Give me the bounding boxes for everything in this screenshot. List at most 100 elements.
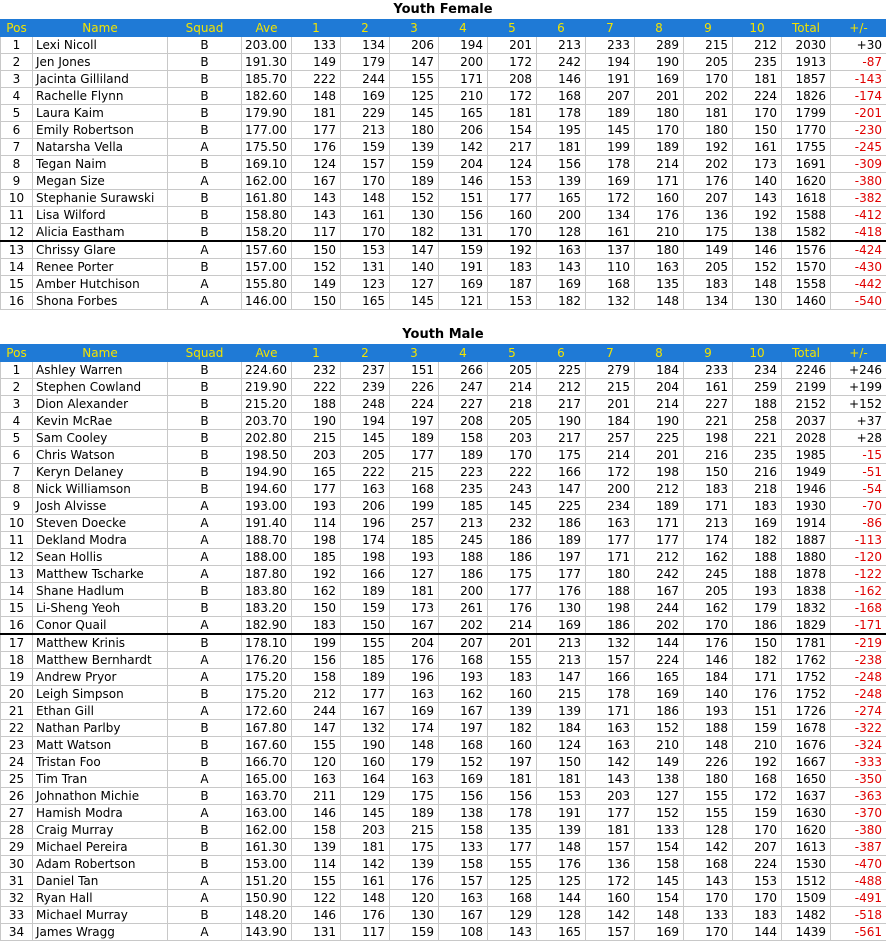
cell-pos: 16 xyxy=(0,616,33,635)
table-row: 4 Kevin McRae B 203.70 190 194 197 208 205 190 184… xyxy=(0,412,886,430)
cell-g1: 203 xyxy=(291,446,341,464)
cell-g3: 189 xyxy=(389,429,439,447)
cell-g7: 257 xyxy=(585,429,635,447)
cell-ave: 175.20 xyxy=(241,685,292,703)
cell-squad: B xyxy=(167,412,242,430)
cell-g7: 134 xyxy=(585,206,635,224)
cell-pos: 31 xyxy=(0,872,33,890)
cell-g1: 176 xyxy=(291,138,341,156)
table-row: 24 Tristan Foo B 166.70 120 160 179 152 197 150 14… xyxy=(0,753,886,771)
cell-name: Hamish Modra xyxy=(32,804,168,822)
cell-g1: 177 xyxy=(291,480,341,498)
cell-g2: 185 xyxy=(340,651,390,669)
cell-diff: -470 xyxy=(830,855,886,873)
cell-g5: 205 xyxy=(487,412,537,430)
cell-g3: 180 xyxy=(389,121,439,139)
cell-ave: 163.70 xyxy=(241,787,292,805)
cell-name: Johnathon Michie xyxy=(32,787,168,805)
cell-name: Emily Robertson xyxy=(32,121,168,139)
cell-g6: 195 xyxy=(536,121,586,139)
cell-diff: +246 xyxy=(830,361,886,379)
cell-g6: 147 xyxy=(536,480,586,498)
table-row: 27 Hamish Modra A 163.00 146 145 189 138 178 191 1… xyxy=(0,804,886,822)
cell-g5: 183 xyxy=(487,668,537,686)
table-row: 19 Andrew Pryor A 175.20 158 189 196 193 183 147 1… xyxy=(0,668,886,686)
cell-pos: 34 xyxy=(0,923,33,941)
cell-g7: 180 xyxy=(585,565,635,583)
cell-name: Ethan Gill xyxy=(32,702,168,720)
cell-g10: 151 xyxy=(732,702,782,720)
cell-name: Shane Hadlum xyxy=(32,582,168,600)
cell-g7: 214 xyxy=(585,446,635,464)
cell-g7: 171 xyxy=(585,548,635,566)
cell-g3: 140 xyxy=(389,258,439,276)
cell-g4: 168 xyxy=(438,736,488,754)
cell-pos: 14 xyxy=(0,582,33,600)
cell-diff: -488 xyxy=(830,872,886,890)
cell-g3: 167 xyxy=(389,616,439,635)
cell-g6: 139 xyxy=(536,821,586,839)
column-header-g4: 4 xyxy=(438,344,488,362)
cell-g7: 194 xyxy=(585,53,635,71)
cell-g7: 181 xyxy=(585,821,635,839)
table-row: 22 Nathan Parlby B 167.80 147 132 174 197 182 184… xyxy=(0,719,886,737)
cell-g2: 163 xyxy=(340,480,390,498)
cell-g3: 175 xyxy=(389,787,439,805)
cell-name: Stephen Cowland xyxy=(32,378,168,396)
cell-total: 1570 xyxy=(781,258,831,276)
cell-g9: 193 xyxy=(683,702,733,720)
cell-squad: A xyxy=(167,138,242,156)
cell-pos: 28 xyxy=(0,821,33,839)
cell-g5: 124 xyxy=(487,155,537,173)
cell-g5: 155 xyxy=(487,651,537,669)
cell-total: 2030 xyxy=(781,36,831,54)
cell-g3: 148 xyxy=(389,736,439,754)
column-header-diff: +/- xyxy=(830,19,886,37)
cell-g2: 196 xyxy=(340,514,390,532)
cell-ave: 153.00 xyxy=(241,855,292,873)
table-row: 10 Stephanie Surawski B 161.80 143 148 152 151 1… xyxy=(0,189,886,207)
cell-total: 1482 xyxy=(781,906,831,924)
cell-g10: 150 xyxy=(732,633,782,652)
cell-ave: 175.50 xyxy=(241,138,292,156)
cell-g5: 186 xyxy=(487,531,537,549)
table-row: 32 Ryan Hall A 150.90 122 148 120 163 168 144 160 1… xyxy=(0,889,886,907)
cell-g6: 181 xyxy=(536,138,586,156)
cell-g7: 172 xyxy=(585,189,635,207)
cell-g3: 224 xyxy=(389,395,439,413)
cell-pos: 13 xyxy=(0,565,33,583)
cell-ave: 188.00 xyxy=(241,548,292,566)
cell-g4: 158 xyxy=(438,429,488,447)
cell-g9: 136 xyxy=(683,206,733,224)
column-header-total: Total xyxy=(781,344,831,362)
cell-g7: 143 xyxy=(585,770,635,788)
cell-g8: 212 xyxy=(634,480,684,498)
cell-g5: 243 xyxy=(487,480,537,498)
cell-g9: 170 xyxy=(683,70,733,88)
cell-ave: 188.70 xyxy=(241,531,292,549)
cell-diff: -219 xyxy=(830,633,886,652)
table-row: 16 Shona Forbes A 146.00 150 165 145 121 153 182 1… xyxy=(0,292,886,310)
cell-squad: B xyxy=(167,395,242,413)
cell-g2: 148 xyxy=(340,889,390,907)
cell-g2: 189 xyxy=(340,582,390,600)
cell-g8: 204 xyxy=(634,378,684,396)
cell-g4: 200 xyxy=(438,582,488,600)
cell-g5: 197 xyxy=(487,753,537,771)
cell-g3: 197 xyxy=(389,412,439,430)
cell-name: Lisa Wilford xyxy=(32,206,168,224)
cell-g6: 130 xyxy=(536,599,586,617)
cell-total: 1667 xyxy=(781,753,831,771)
cell-g5: 129 xyxy=(487,906,537,924)
cell-g7: 163 xyxy=(585,736,635,754)
column-header-diff: +/- xyxy=(830,344,886,362)
cell-diff: -70 xyxy=(830,497,886,515)
cell-total: 2028 xyxy=(781,429,831,447)
cell-g9: 170 xyxy=(683,616,733,635)
cell-g6: 146 xyxy=(536,70,586,88)
cell-ave: 150.90 xyxy=(241,889,292,907)
table-row: 14 Shane Hadlum B 183.80 162 189 181 200 177 176 1… xyxy=(0,582,886,600)
cell-g1: 188 xyxy=(291,395,341,413)
cell-g1: 147 xyxy=(291,719,341,737)
cell-name: Ashley Warren xyxy=(32,361,168,379)
